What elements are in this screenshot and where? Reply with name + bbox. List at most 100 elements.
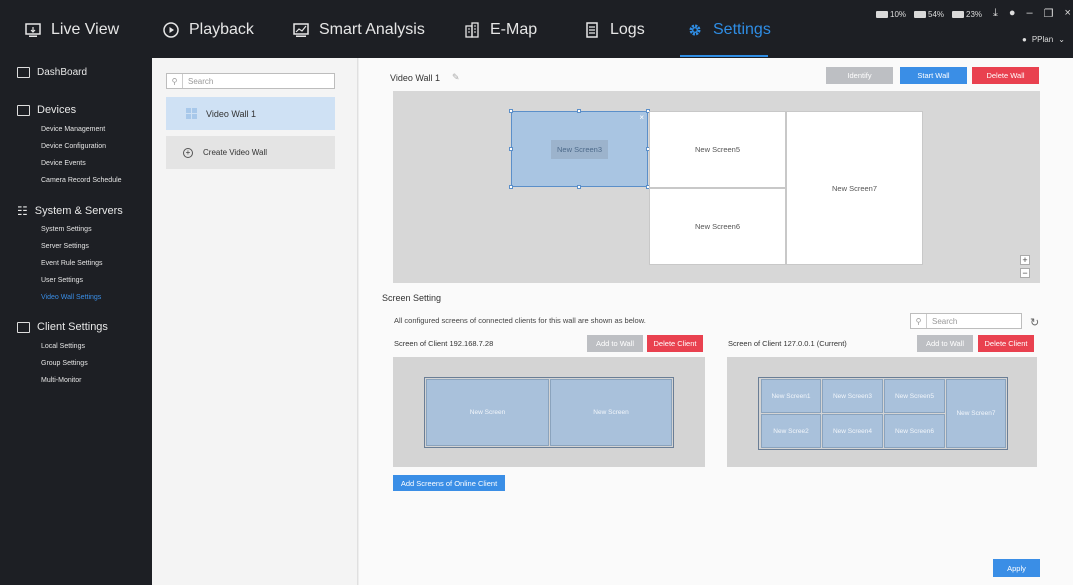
wall-screen[interactable]: New Screen7 bbox=[786, 111, 923, 265]
client-screen[interactable]: New Screen5 bbox=[884, 379, 945, 413]
refresh-icon[interactable]: ↻ bbox=[1030, 316, 1039, 329]
user-icon: ● bbox=[1022, 35, 1027, 44]
resize-handle[interactable] bbox=[577, 109, 581, 113]
cpu-icon bbox=[876, 11, 888, 18]
wall-screen[interactable]: New Screen6 bbox=[649, 188, 786, 265]
video-wall-canvas[interactable]: New Screen3 × New Screen5 New Screen6 Ne… bbox=[393, 91, 1040, 283]
add-online-client-screens-button[interactable]: Add Screens of Online Client bbox=[393, 475, 505, 491]
memory-stat: 54% bbox=[914, 10, 944, 19]
close-icon[interactable]: × bbox=[1065, 7, 1071, 20]
user-menu[interactable]: ● PPlan ⌄ bbox=[1022, 35, 1065, 44]
tab-e-map[interactable]: E-Map bbox=[463, 18, 537, 42]
sidebar-item-multi-monitor[interactable]: Multi-Monitor bbox=[41, 377, 81, 384]
tab-label: Live View bbox=[51, 21, 120, 38]
sidebar-item-group-settings[interactable]: Group Settings bbox=[41, 360, 88, 367]
chart-screen-icon bbox=[292, 21, 310, 39]
client-screen[interactable]: New Screen7 bbox=[946, 379, 1006, 448]
client-screen[interactable]: New Screen6 bbox=[884, 414, 945, 448]
wall-screen[interactable]: New Screen5 bbox=[649, 111, 786, 188]
wall-search-input[interactable]: ⚲ Search bbox=[166, 73, 335, 89]
sidebar-item-user-settings[interactable]: User Settings bbox=[41, 277, 83, 284]
video-wall-icon bbox=[186, 108, 197, 119]
add-to-wall-button[interactable]: Add to Wall bbox=[917, 335, 973, 352]
search-icon: ⚲ bbox=[911, 314, 927, 328]
wall-screen-label: New Screen3 bbox=[550, 139, 609, 159]
sidebar-group-system-servers[interactable]: ☷ System & Servers bbox=[17, 204, 123, 218]
close-icon[interactable]: × bbox=[639, 113, 644, 122]
notification-icon[interactable]: ● bbox=[1009, 7, 1016, 20]
sidebar-label: Client Settings bbox=[37, 321, 108, 333]
identify-button[interactable]: Identify bbox=[826, 67, 893, 84]
sidebar-item-camera-record-schedule[interactable]: Camera Record Schedule bbox=[41, 177, 122, 184]
sidebar-item-device-events[interactable]: Device Events bbox=[41, 160, 86, 167]
tab-label: Settings bbox=[713, 21, 771, 38]
client-screen[interactable]: New Screen3 bbox=[822, 379, 883, 413]
sidebar-item-video-wall-settings[interactable]: Video Wall Settings bbox=[41, 294, 101, 301]
sidebar-item-system-settings[interactable]: System Settings bbox=[41, 226, 92, 233]
restore-icon[interactable]: ❐ bbox=[1044, 7, 1054, 20]
stat-value: 23% bbox=[966, 10, 983, 19]
client-title: Screen of Client 127.0.0.1 (Current) bbox=[728, 339, 847, 348]
resize-handle[interactable] bbox=[509, 109, 513, 113]
tab-playback[interactable]: Playback bbox=[162, 18, 254, 42]
create-video-wall-button[interactable]: + Create Video Wall bbox=[166, 136, 335, 169]
create-label: Create Video Wall bbox=[203, 148, 268, 157]
resize-handle[interactable] bbox=[509, 147, 513, 151]
client-screen[interactable]: New Screen bbox=[426, 379, 549, 446]
resize-handle[interactable] bbox=[577, 185, 581, 189]
client-screen-canvas: New Screen New Screen bbox=[393, 357, 705, 467]
edit-pencil-icon[interactable]: ✎ bbox=[452, 72, 460, 83]
sidebar-item-device-configuration[interactable]: Device Configuration bbox=[41, 143, 106, 150]
zoom-in-button[interactable]: + bbox=[1020, 255, 1030, 265]
client-title: Screen of Client 192.168.7.28 bbox=[394, 339, 494, 348]
resize-handle[interactable] bbox=[509, 185, 513, 189]
tab-live-view[interactable]: Live View bbox=[24, 18, 119, 42]
client-screen[interactable]: New Screen bbox=[550, 379, 672, 446]
memory-icon bbox=[914, 11, 927, 18]
delete-client-button[interactable]: Delete Client bbox=[647, 335, 703, 352]
tab-smart-analysis[interactable]: Smart Analysis bbox=[292, 18, 425, 42]
download-icon[interactable]: ⤓ bbox=[993, 7, 998, 20]
sidebar-group-devices[interactable]: Devices bbox=[17, 104, 76, 116]
sidebar-label: System & Servers bbox=[34, 205, 123, 217]
stat-value: 10% bbox=[890, 10, 907, 19]
tab-settings[interactable]: Settings bbox=[686, 18, 771, 42]
sidebar: DashBoard Devices Device Management Devi… bbox=[0, 58, 152, 585]
sidebar-label: DashBoard bbox=[37, 67, 88, 78]
zoom-out-button[interactable]: − bbox=[1020, 268, 1030, 278]
screen-setting-title: Screen Setting bbox=[382, 293, 442, 303]
plus-circle-icon: + bbox=[183, 147, 193, 158]
wall-title: Video Wall 1 ✎ bbox=[390, 72, 460, 83]
client-settings-icon bbox=[17, 321, 30, 333]
delete-client-button[interactable]: Delete Client bbox=[978, 335, 1034, 352]
client-screen[interactable]: New Screen4 bbox=[822, 414, 883, 448]
sidebar-item-local-settings[interactable]: Local Settings bbox=[41, 343, 85, 350]
sidebar-item-event-rule-settings[interactable]: Event Rule Settings bbox=[41, 260, 102, 267]
wall-list-label: Video Wall 1 bbox=[206, 108, 257, 119]
sidebar-item-dashboard[interactable]: DashBoard bbox=[17, 67, 87, 78]
minimize-icon[interactable]: – bbox=[1027, 7, 1033, 20]
dashboard-icon bbox=[17, 67, 30, 78]
wall-screen-selected[interactable]: New Screen3 × bbox=[511, 111, 648, 187]
sidebar-item-server-settings[interactable]: Server Settings bbox=[41, 243, 89, 250]
wall-list-item-video-wall-1[interactable]: Video Wall 1 bbox=[166, 97, 335, 130]
window-controls: ⤓ ● – ❐ × bbox=[993, 7, 1071, 20]
devices-icon bbox=[17, 104, 30, 116]
sidebar-item-device-management[interactable]: Device Management bbox=[41, 126, 105, 133]
play-circle-icon bbox=[162, 21, 180, 39]
delete-wall-button[interactable]: Delete Wall bbox=[972, 67, 1039, 84]
add-to-wall-button[interactable]: Add to Wall bbox=[587, 335, 643, 352]
client-screen[interactable]: New Screen1 bbox=[761, 379, 821, 413]
sidebar-group-client-settings[interactable]: Client Settings bbox=[17, 321, 108, 333]
sidebar-label: Devices bbox=[37, 104, 77, 116]
screen-search-input[interactable]: ⚲ Search bbox=[910, 313, 1022, 329]
client-screen[interactable]: New Scree2 bbox=[761, 414, 821, 448]
servers-icon: ☷ bbox=[17, 204, 28, 218]
start-wall-button[interactable]: Start Wall bbox=[900, 67, 967, 84]
chevron-down-icon: ⌄ bbox=[1058, 35, 1065, 44]
tab-logs[interactable]: Logs bbox=[583, 18, 645, 42]
client-screen-canvas: New Screen1 New Screen3 New Screen5 New … bbox=[727, 357, 1037, 467]
tab-label: Playback bbox=[189, 21, 254, 38]
apply-button[interactable]: Apply bbox=[993, 559, 1040, 577]
monitor-icon bbox=[24, 21, 42, 39]
